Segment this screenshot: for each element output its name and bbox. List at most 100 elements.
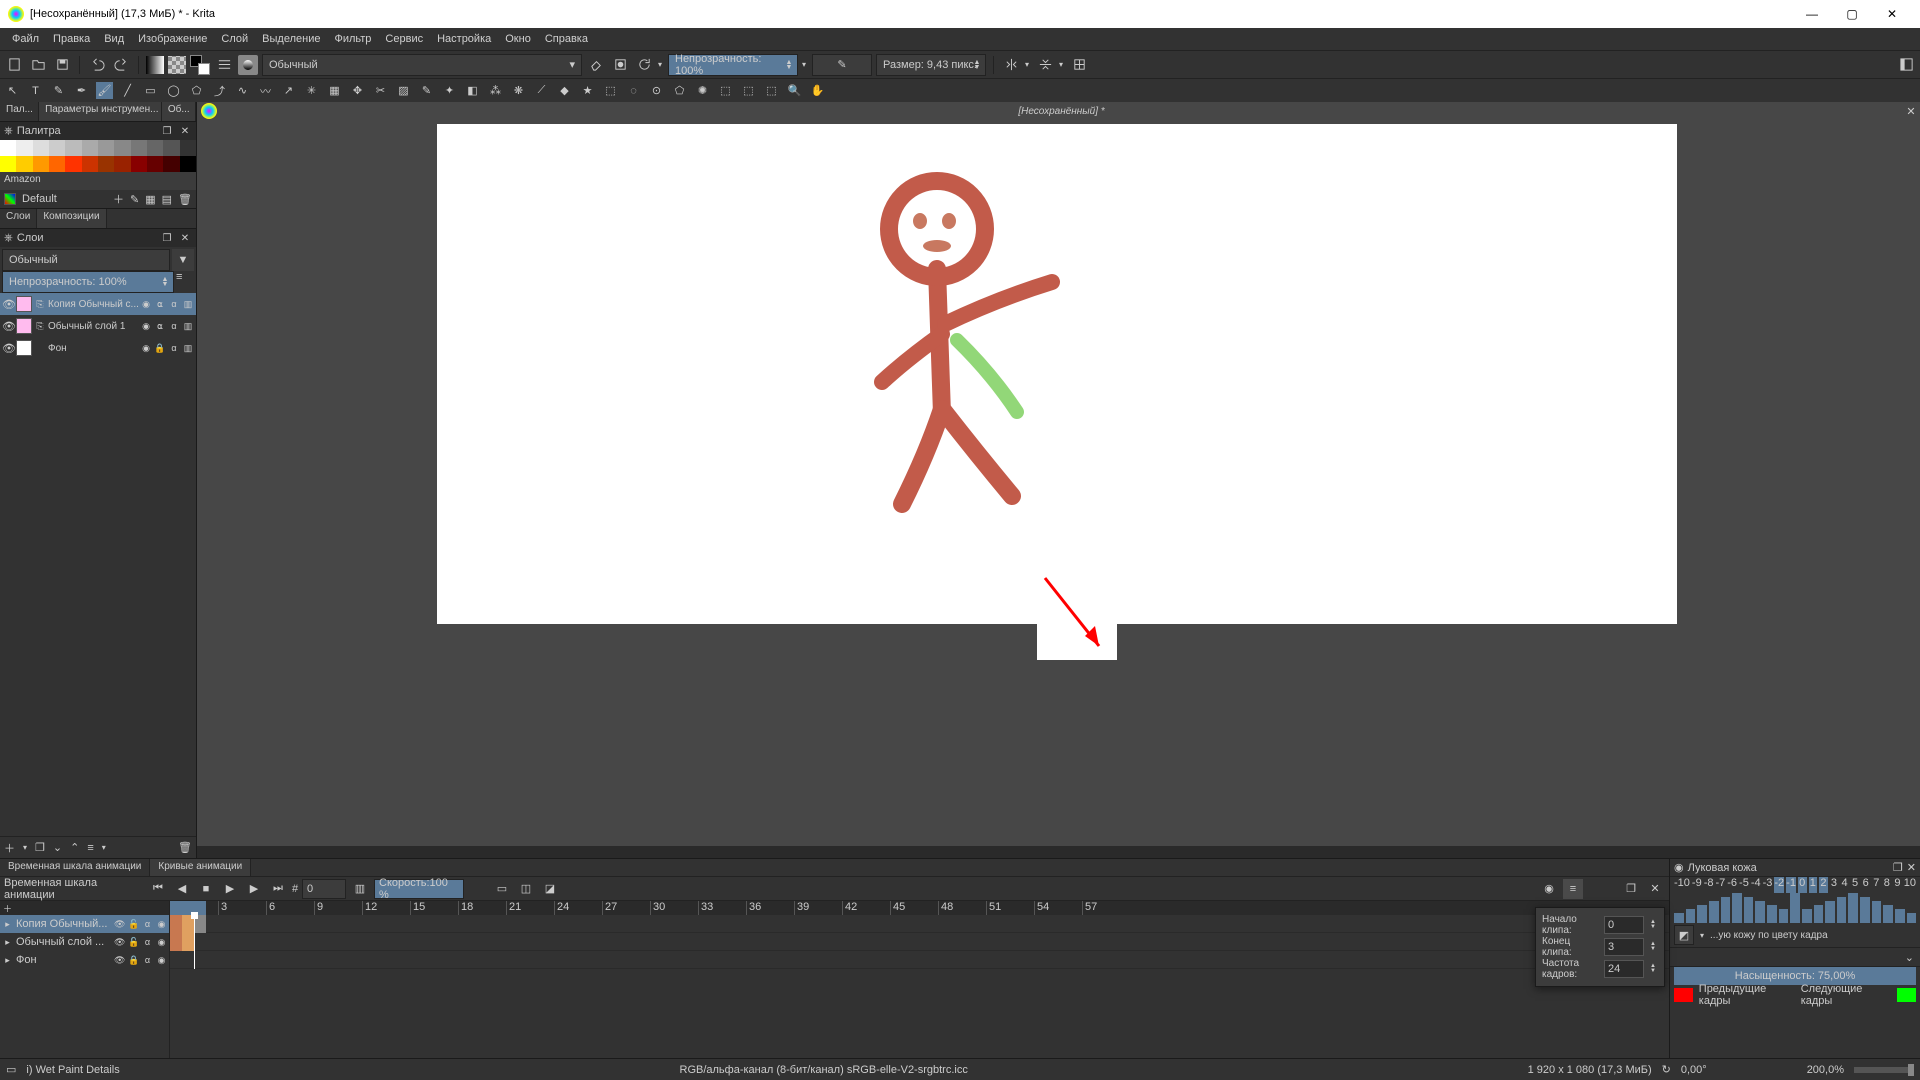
add-row-icon[interactable]: ＋ bbox=[2, 902, 13, 915]
timeline-menu-icon[interactable]: ≡ bbox=[1563, 879, 1583, 899]
new-file-icon[interactable] bbox=[4, 55, 24, 75]
layer-props-icon[interactable]: ≡ bbox=[87, 842, 93, 854]
onion-toggle-icon[interactable]: ◉ bbox=[1539, 879, 1559, 899]
brush-preset-icon[interactable] bbox=[238, 55, 258, 75]
menu-view[interactable]: Вид bbox=[98, 31, 130, 47]
text-tool-icon[interactable]: T bbox=[27, 82, 44, 99]
maximize-button[interactable]: ▢ bbox=[1832, 0, 1872, 28]
tab-layers[interactable]: Слои bbox=[0, 209, 37, 228]
minimize-button[interactable]: — bbox=[1792, 0, 1832, 28]
lock-icon[interactable]: 🔒 bbox=[154, 343, 166, 354]
redo-icon[interactable] bbox=[111, 55, 131, 75]
edit-swatch-icon[interactable]: ✎ bbox=[130, 193, 139, 206]
save-file-icon[interactable] bbox=[52, 55, 72, 75]
undo-icon[interactable] bbox=[87, 55, 107, 75]
next-color-swatch[interactable] bbox=[1897, 988, 1916, 1002]
similar-select-icon[interactable]: ⬚ bbox=[717, 82, 734, 99]
alpha-icon[interactable]: α bbox=[168, 299, 180, 309]
goto-end-icon[interactable]: ⏭ bbox=[268, 879, 288, 899]
menu-settings[interactable]: Настройка bbox=[431, 31, 497, 47]
smart-patch-icon[interactable]: ✦ bbox=[441, 82, 458, 99]
visibility-icon[interactable]: 👁 bbox=[2, 342, 14, 355]
playhead[interactable] bbox=[194, 915, 195, 969]
rect-tool-icon[interactable]: ▭ bbox=[142, 82, 159, 99]
deform-tool-icon[interactable]: ❋ bbox=[510, 82, 527, 99]
palette-swatches[interactable] bbox=[0, 140, 196, 172]
rect-select-icon[interactable]: ⬚ bbox=[602, 82, 619, 99]
measure-tool-icon[interactable]: ⟋ bbox=[533, 82, 550, 99]
layer-opacity-slider[interactable]: Непрозрачность: 100%▲▼ bbox=[2, 271, 174, 293]
tl-opt1-icon[interactable]: ▭ bbox=[492, 879, 512, 899]
timeline-grid[interactable]: 036912151821242730333639424548515457 bbox=[170, 901, 1669, 1058]
menu-window[interactable]: Окно bbox=[499, 31, 537, 47]
fill-tool-icon[interactable]: ▨ bbox=[395, 82, 412, 99]
inherit-alpha-icon[interactable]: ▥ bbox=[182, 343, 194, 354]
menu-edit[interactable]: Правка bbox=[47, 31, 96, 47]
close-button[interactable]: ✕ bbox=[1872, 0, 1912, 28]
clip-end-input[interactable]: 3 bbox=[1604, 938, 1644, 956]
dock-tab-palette[interactable]: Пал... bbox=[0, 102, 39, 121]
mirror-v-icon[interactable] bbox=[1035, 55, 1055, 75]
menu-select[interactable]: Выделение bbox=[256, 31, 326, 47]
freehand-path-icon[interactable]: 〰 bbox=[257, 82, 274, 99]
document-tab[interactable]: [Несохранённый] * bbox=[221, 104, 1902, 119]
tl-opt3-icon[interactable]: ◪ bbox=[540, 879, 560, 899]
layer-row[interactable]: 👁⎘Обычный слой 1◉⍺α▥ bbox=[0, 315, 196, 337]
status-zoom[interactable]: 200,0% bbox=[1807, 1064, 1844, 1076]
layer-row[interactable]: 👁Фон◉🔒α▥ bbox=[0, 337, 196, 359]
add-layer-icon[interactable]: ＋ bbox=[4, 840, 15, 856]
dynamic-brush-icon[interactable]: ↗ bbox=[280, 82, 297, 99]
brush-settings-icon[interactable] bbox=[214, 55, 234, 75]
color-swatch[interactable] bbox=[190, 55, 210, 75]
layer-row[interactable]: 👁⎘Копия Обычный с...◉⍺α▥ bbox=[0, 293, 196, 315]
pattern-tool-icon[interactable]: ⁂ bbox=[487, 82, 504, 99]
magnetic-select-icon[interactable]: ⬚ bbox=[763, 82, 780, 99]
tl-opt2-icon[interactable]: ◫ bbox=[516, 879, 536, 899]
close-icon[interactable]: ✕ bbox=[178, 231, 192, 245]
canvas[interactable] bbox=[197, 120, 1920, 846]
tab-curves[interactable]: Кривые анимации bbox=[150, 859, 251, 876]
blend-mode-combo[interactable]: Обычный▾ bbox=[262, 54, 582, 76]
timeline-layer-row[interactable]: ▸Фон👁🔒α◉ bbox=[0, 951, 169, 969]
close-icon[interactable]: ✕ bbox=[178, 124, 192, 138]
close-icon[interactable]: ✕ bbox=[1645, 879, 1665, 899]
mirror-h-icon[interactable] bbox=[1001, 55, 1021, 75]
opacity-slider[interactable]: Непрозрачность: 100%▲▼ bbox=[668, 54, 798, 76]
menu-filter[interactable]: Фильтр bbox=[328, 31, 377, 47]
contiguous-select-icon[interactable]: ✺ bbox=[694, 82, 711, 99]
horizontal-scrollbar[interactable] bbox=[197, 846, 1920, 858]
alpha-icon[interactable]: α bbox=[168, 321, 180, 331]
layer-menu-icon[interactable]: ≡ bbox=[176, 271, 194, 293]
crop-tool-icon[interactable]: ✂ bbox=[372, 82, 389, 99]
onion-expand[interactable]: ⌄ bbox=[1670, 947, 1920, 967]
grid1-icon[interactable]: ▦ bbox=[145, 193, 155, 206]
duplicate-layer-icon[interactable]: ❐ bbox=[35, 841, 45, 854]
filter-icon[interactable]: ▼ bbox=[172, 249, 194, 271]
ellipse-select-icon[interactable]: ◌ bbox=[625, 82, 642, 99]
float-icon[interactable]: ❐ bbox=[160, 231, 174, 245]
poly-select-icon[interactable]: ⬠ bbox=[671, 82, 688, 99]
menu-image[interactable]: Изображение bbox=[132, 31, 213, 47]
palette-name[interactable]: Amazon bbox=[0, 172, 196, 190]
move-down-icon[interactable]: ⌄ bbox=[53, 841, 62, 854]
visibility-icon[interactable]: 👁 bbox=[2, 320, 14, 333]
menu-help[interactable]: Справка bbox=[539, 31, 594, 47]
timeline-layer-row[interactable]: ▸Копия Обычный...👁🔓α◉ bbox=[0, 915, 169, 933]
lock-icon[interactable]: ⍺ bbox=[154, 299, 166, 310]
timeline-row[interactable] bbox=[170, 951, 1669, 969]
onion-bars[interactable] bbox=[1670, 893, 1920, 923]
open-file-icon[interactable] bbox=[28, 55, 48, 75]
calligraphy-icon[interactable]: ✒ bbox=[73, 82, 90, 99]
clip-start-input[interactable]: 0 bbox=[1604, 916, 1644, 934]
next-frame-icon[interactable]: ▶ bbox=[244, 879, 264, 899]
timeline-row[interactable] bbox=[170, 915, 1669, 933]
zoom-slider[interactable] bbox=[1854, 1067, 1914, 1073]
polygon-tool-icon[interactable]: ⬠ bbox=[188, 82, 205, 99]
drop-frames-icon[interactable]: ▥ bbox=[350, 879, 370, 899]
pattern-preview[interactable] bbox=[168, 56, 186, 74]
float-icon[interactable]: ❐ bbox=[160, 124, 174, 138]
close-document-icon[interactable]: ✕ bbox=[1902, 105, 1920, 118]
float-icon[interactable]: ❐ bbox=[1621, 879, 1641, 899]
move-tool-icon[interactable]: ↖ bbox=[4, 82, 21, 99]
reset-rotation-icon[interactable]: ↻ bbox=[1662, 1063, 1671, 1076]
